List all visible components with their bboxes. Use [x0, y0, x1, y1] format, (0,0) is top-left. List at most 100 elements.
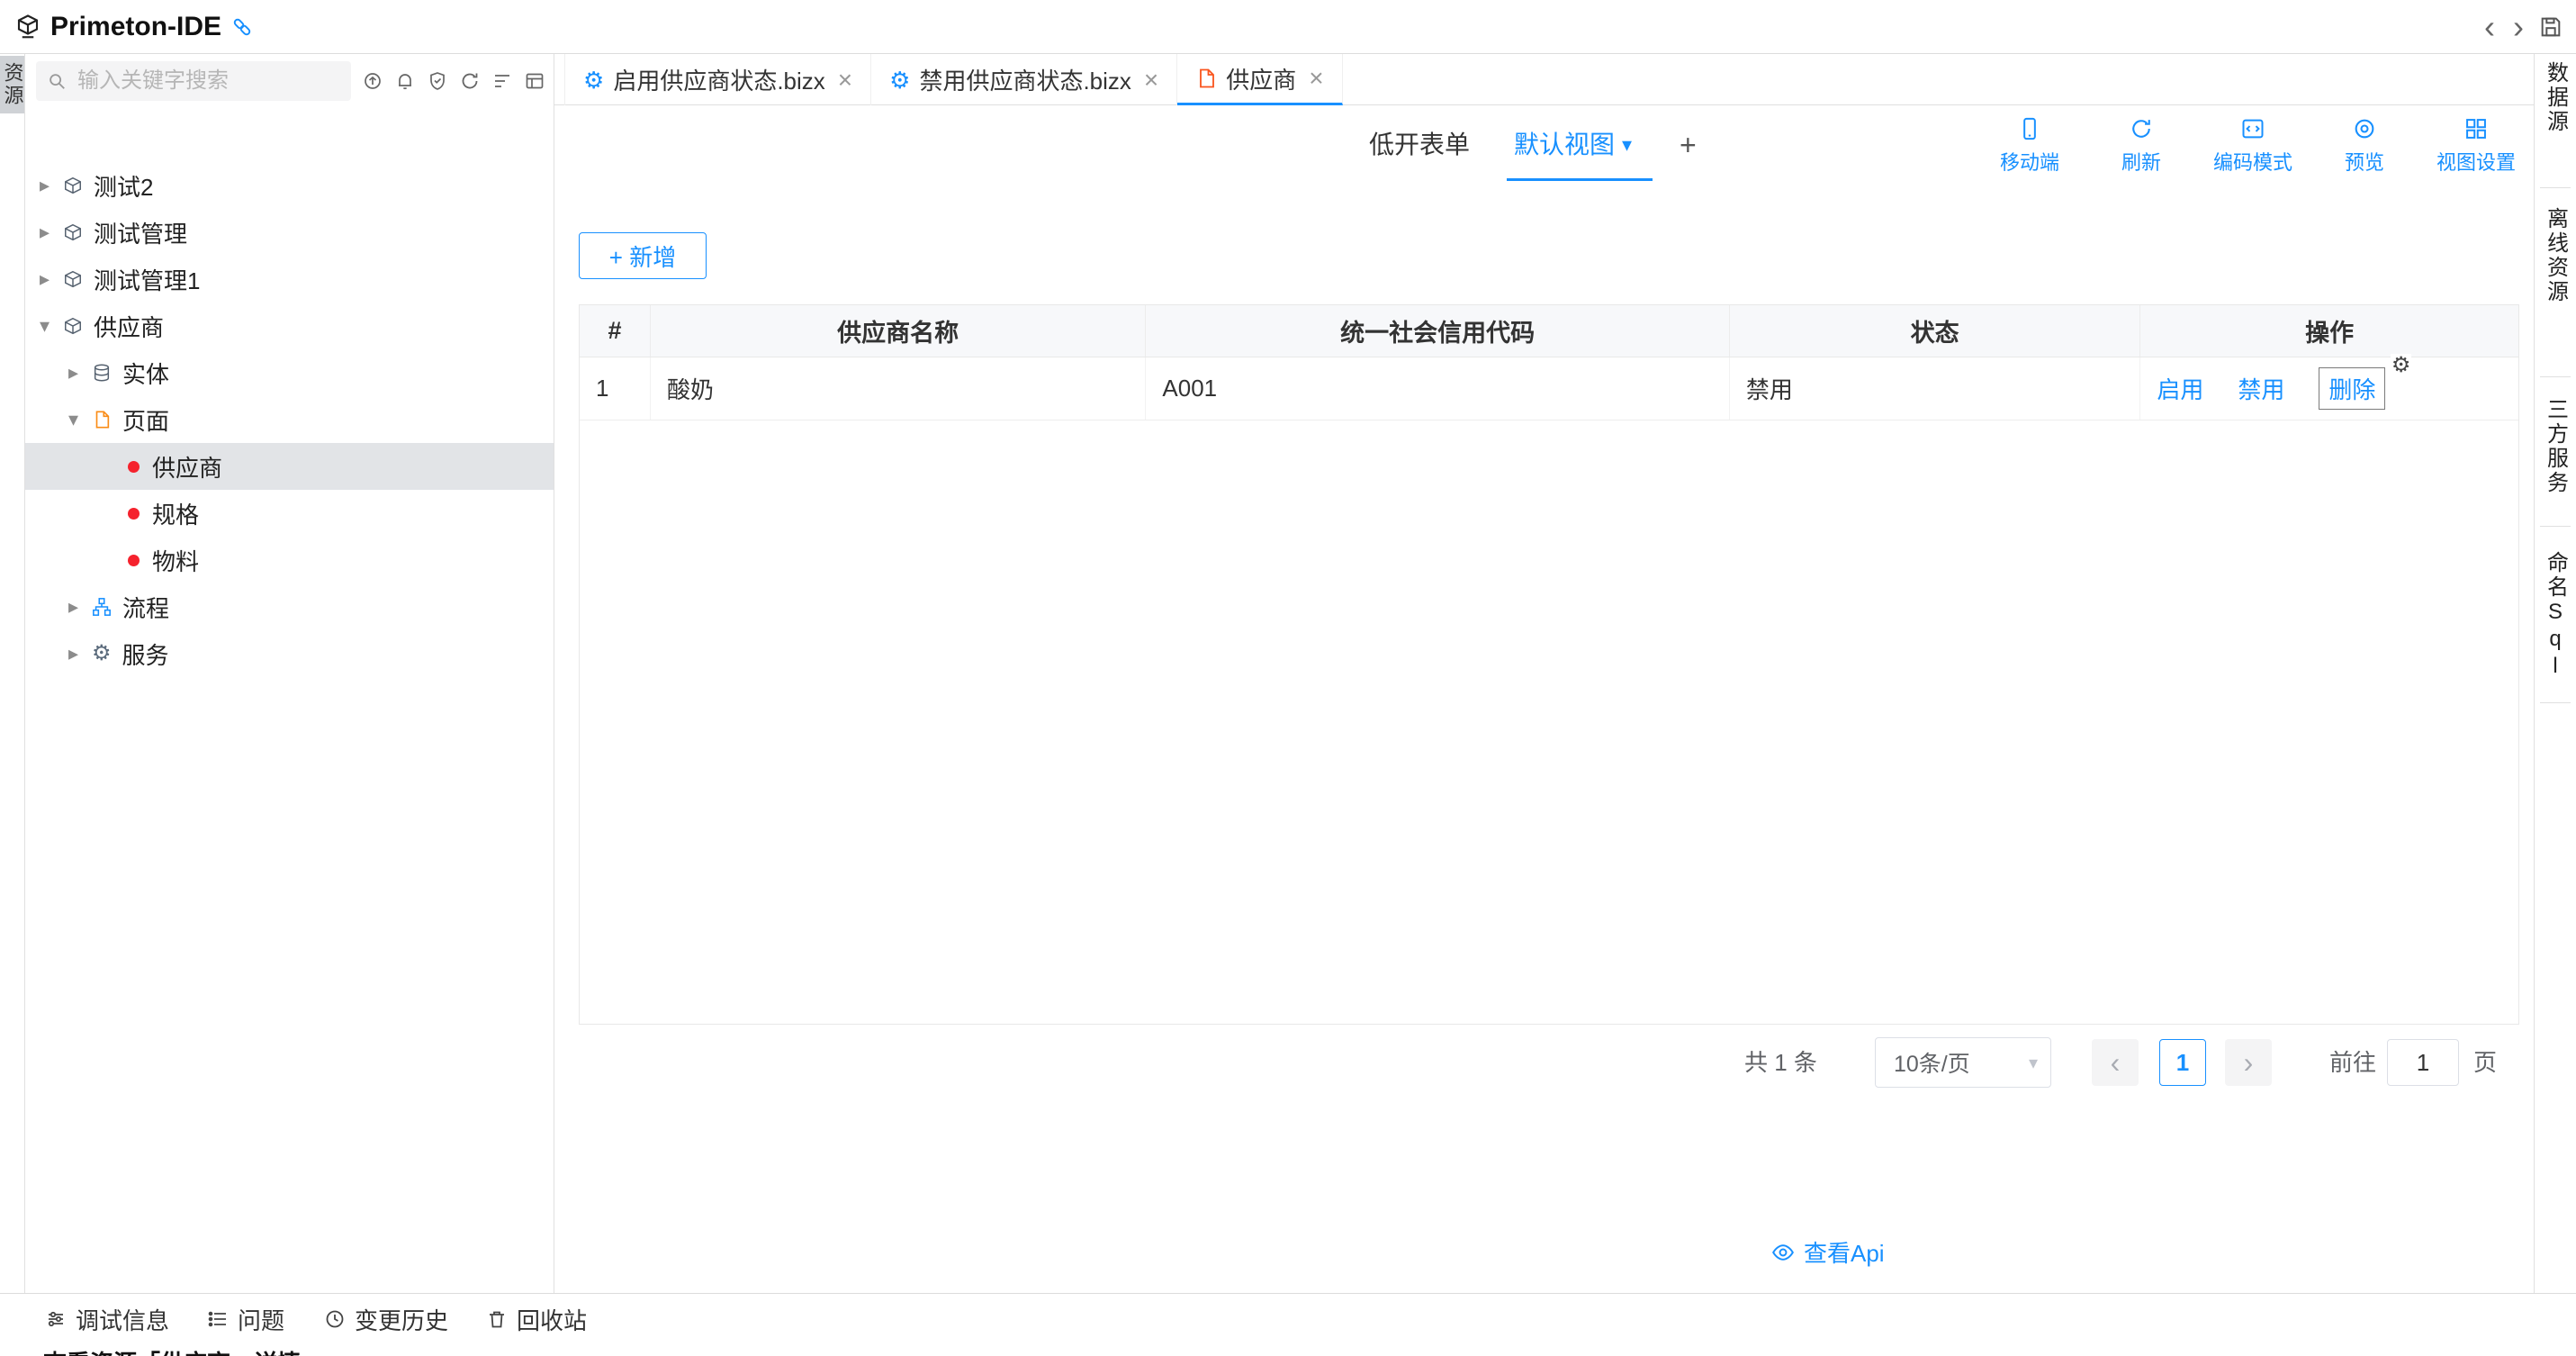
tree-item-module-expanded[interactable]: ▾ 供应商: [25, 303, 554, 349]
col-header-index: #: [580, 305, 651, 357]
notification-icon[interactable]: [394, 70, 416, 92]
view-api-link[interactable]: 查看Api: [1771, 1235, 1885, 1269]
tree-item-module[interactable]: ▸ 测试管理1: [25, 256, 554, 303]
primeton-ide-window: Primeton-IDE ‹ › 资源: [0, 0, 2576, 1356]
module-cube-icon: [63, 176, 83, 195]
rail-resources-label: 资源: [0, 62, 27, 107]
current-page-button[interactable]: 1: [2159, 1039, 2206, 1086]
tab-default-view[interactable]: 默认视图 ▾: [1514, 105, 1632, 185]
grid-icon: [2463, 116, 2489, 141]
module-cube-icon: [63, 316, 83, 336]
cell-code: A001: [1146, 357, 1729, 420]
caret-right-icon[interactable]: ▸: [40, 221, 63, 244]
module-cube-icon: [63, 222, 83, 242]
delete-link[interactable]: 删除: [2328, 372, 2375, 405]
rail-tab-thirdparty-services[interactable]: 三方服务: [2535, 398, 2576, 495]
caret-right-icon[interactable]: ▸: [68, 642, 92, 665]
chevron-down-icon: ▾: [2029, 1052, 2038, 1074]
tree-search-box[interactable]: [36, 61, 351, 101]
tree-item-service[interactable]: ▸ ⚙ 服务: [25, 630, 554, 677]
panel-view-icon[interactable]: [524, 70, 545, 92]
debug-info-button[interactable]: 调试信息: [45, 1294, 169, 1344]
tree-item-label: 页面: [122, 403, 169, 437]
tree-item-pages-folder[interactable]: ▾ 页面: [25, 396, 554, 443]
resource-detail-peek: 查看资源「供应商」详情: [43, 1345, 301, 1356]
history-back-icon[interactable]: ‹: [2475, 0, 2504, 54]
rail-tab-named-sql[interactable]: 命名Sql: [2535, 551, 2576, 681]
page-size-select[interactable]: 10条/页 ▾: [1875, 1037, 2051, 1088]
chevron-down-icon: ▾: [1622, 105, 1632, 185]
caret-right-icon[interactable]: ▸: [68, 361, 92, 384]
save-icon[interactable]: [2538, 14, 2563, 40]
rail-tab-resources[interactable]: 资源: [0, 56, 24, 113]
caret-down-icon[interactable]: ▾: [68, 408, 92, 431]
tree-item-label: 规格: [152, 497, 199, 530]
enable-link[interactable]: 启用: [2157, 372, 2203, 405]
add-view-button[interactable]: +: [1680, 105, 1697, 185]
tree-item-page-selected[interactable]: 供应商: [25, 443, 554, 490]
close-tab-icon[interactable]: ×: [1144, 66, 1158, 95]
tree-item-page[interactable]: 规格: [25, 490, 554, 537]
shield-check-icon[interactable]: [427, 70, 448, 92]
problems-list-icon: [207, 1308, 229, 1330]
app-title: Primeton-IDE: [50, 12, 221, 42]
code-mode-button[interactable]: 编码模式: [2211, 116, 2294, 176]
left-activity-rail: 资源: [0, 54, 25, 1293]
cell-index: 1: [580, 357, 651, 420]
goto-label: 前往: [2329, 1037, 2376, 1088]
refresh-button[interactable]: 刷新: [2100, 116, 2183, 176]
rail-tab-datasource[interactable]: 数据源: [2535, 61, 2576, 134]
supplier-table: # 供应商名称 统一社会信用代码 状态 操作 1 酸奶 A001 禁用 启用 禁…: [579, 304, 2519, 1025]
close-tab-icon[interactable]: ×: [838, 66, 852, 95]
caret-right-icon[interactable]: ▸: [40, 174, 63, 197]
prev-page-button[interactable]: ‹: [2092, 1039, 2139, 1086]
refresh-tree-icon[interactable]: [459, 70, 481, 92]
search-input[interactable]: [76, 68, 322, 95]
editor-tab-supplier-active[interactable]: 供应商 ×: [1177, 54, 1342, 105]
editor-tabstrip: ⚙ 启用供应商状态.bizx × ⚙ 禁用供应商状态.bizx × 供应商 ×: [554, 54, 2534, 105]
close-tab-icon[interactable]: ×: [1309, 64, 1323, 93]
page-dot-icon: [128, 461, 140, 473]
rail-divider: [2540, 376, 2571, 377]
problems-button[interactable]: 问题: [207, 1294, 284, 1344]
editor-tab-enable-status[interactable]: ⚙ 启用供应商状态.bizx ×: [564, 54, 871, 105]
link-icon[interactable]: [230, 15, 254, 39]
locate-resource-icon[interactable]: [362, 70, 383, 92]
right-panel-rail: 数据源 离线资源 三方服务 命名Sql: [2534, 54, 2576, 1293]
refresh-icon: [2129, 116, 2154, 141]
col-header-code: 统一社会信用代码: [1146, 305, 1729, 357]
change-history-button[interactable]: 变更历史: [324, 1294, 448, 1344]
tree-item-label: 测试管理: [94, 216, 187, 249]
rail-tab-offline-resources[interactable]: 离线资源: [2535, 207, 2576, 304]
tree-item-flow[interactable]: ▸ 流程: [25, 583, 554, 630]
caret-down-icon[interactable]: ▾: [40, 314, 63, 338]
view-header: 低开表单 默认视图 ▾ + 移动端 刷新 编码模式: [554, 105, 2534, 185]
editor-tab-disable-status[interactable]: ⚙ 禁用供应商状态.bizx ×: [871, 54, 1177, 105]
sort-list-icon[interactable]: [491, 70, 513, 92]
caret-right-icon[interactable]: ▸: [68, 595, 92, 619]
col-header-actions: 操作: [2140, 305, 2518, 357]
next-page-button[interactable]: ›: [2225, 1039, 2272, 1086]
recycle-bin-button[interactable]: 回收站: [486, 1294, 587, 1344]
disable-link[interactable]: 禁用: [2238, 372, 2284, 405]
component-gear-icon[interactable]: ⚙: [2391, 354, 2412, 377]
history-forward-icon[interactable]: ›: [2504, 0, 2533, 54]
view-settings-button[interactable]: 视图设置: [2435, 116, 2517, 176]
preview-button[interactable]: 预览: [2323, 116, 2406, 176]
tree-item-module[interactable]: ▸ 测试2: [25, 162, 554, 209]
add-record-button[interactable]: + 新增: [579, 232, 707, 279]
search-icon: [47, 71, 67, 91]
tree-item-page[interactable]: 物料: [25, 537, 554, 583]
goto-page-input[interactable]: [2387, 1039, 2459, 1086]
bizx-gear-icon: ⚙: [583, 68, 604, 92]
page-file-icon: [92, 410, 112, 429]
tree-item-label: 供应商: [94, 310, 164, 343]
mobile-mode-button[interactable]: 移动端: [1988, 116, 2071, 176]
tree-item-label: 物料: [152, 544, 199, 577]
flow-icon: [92, 597, 112, 617]
tree-item-module[interactable]: ▸ 测试管理: [25, 209, 554, 256]
tab-lowcode-form[interactable]: 低开表单: [1369, 105, 1470, 185]
caret-right-icon[interactable]: ▸: [40, 267, 63, 291]
tree-item-entity[interactable]: ▸ 实体: [25, 349, 554, 396]
bizx-gear-icon: ⚙: [889, 68, 910, 92]
